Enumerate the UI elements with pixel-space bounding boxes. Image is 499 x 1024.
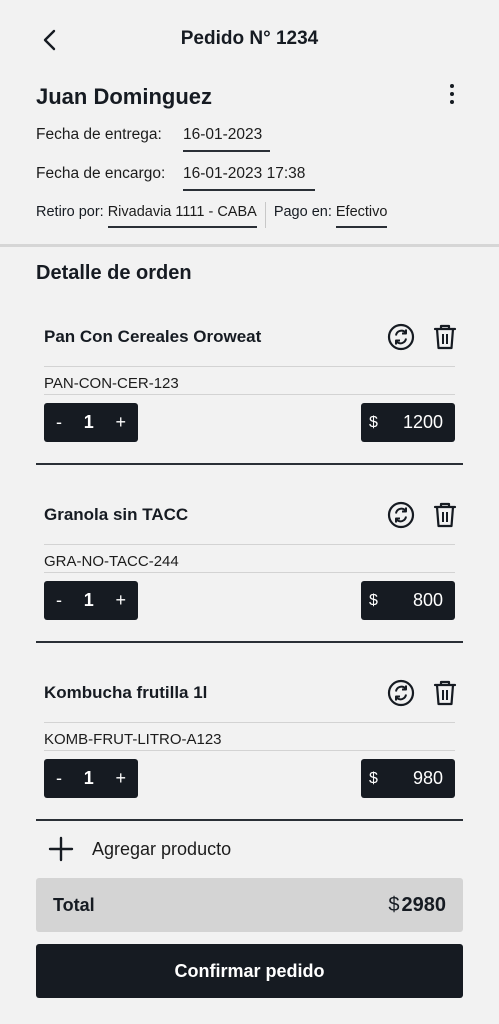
decrement-button[interactable]: - — [56, 412, 62, 433]
page-title: Pedido N° 1234 — [180, 28, 319, 49]
item-divider — [36, 463, 463, 465]
price-field[interactable]: $ 1200 — [361, 403, 455, 442]
order-detail-title: Detalle de orden — [36, 262, 192, 284]
total-amount: $2980 — [388, 894, 446, 917]
order-item: Granola sin TACC GRA-NO-TACC-244 - 1 + $… — [36, 488, 463, 666]
customer-name: Juan Dominguez — [36, 84, 213, 109]
total-value: 2980 — [401, 893, 447, 916]
plus-icon — [48, 836, 74, 862]
quantity-stepper: - 1 + — [44, 581, 138, 620]
swap-product-button[interactable] — [387, 679, 415, 707]
item-sku: GRA-NO-TACC-244 — [44, 553, 179, 570]
decrement-button[interactable]: - — [56, 768, 62, 789]
pickup-payment-row: Retiro por: Rivadavia 1111 - CABA Pago e… — [36, 202, 388, 228]
currency-symbol: $ — [369, 413, 378, 431]
delete-item-button[interactable] — [431, 679, 459, 707]
divider — [44, 394, 455, 395]
currency-symbol: $ — [388, 893, 400, 916]
total-bar: Total $2980 — [36, 878, 463, 932]
divider — [44, 544, 455, 545]
item-name: Granola sin TACC — [44, 505, 189, 524]
pickup-location-field[interactable]: Rivadavia 1111 - CABA — [107, 204, 257, 228]
order-date-field[interactable]: 16-01-2023 17:38 — [183, 165, 315, 191]
increment-button[interactable]: + — [115, 412, 126, 433]
delivery-date-field[interactable]: 16-01-2023 — [183, 126, 270, 152]
item-divider — [36, 641, 463, 643]
price-value: 980 — [412, 768, 443, 788]
increment-button[interactable]: + — [115, 590, 126, 611]
trash-icon — [433, 324, 457, 350]
item-name: Pan Con Cereales Oroweat — [44, 327, 262, 346]
swap-circle-icon — [387, 679, 415, 707]
item-sku: PAN-CON-CER-123 — [44, 375, 179, 392]
divider — [44, 750, 455, 751]
currency-symbol: $ — [369, 769, 378, 787]
item-sku: KOMB-FRUT-LITRO-A123 — [44, 731, 222, 748]
divider — [264, 202, 266, 228]
order-item: Kombucha frutilla 1l KOMB-FRUT-LITRO-A12… — [36, 666, 463, 844]
swap-product-button[interactable] — [387, 323, 415, 351]
more-vertical-icon — [450, 84, 454, 104]
decrement-button[interactable]: - — [56, 590, 62, 611]
swap-circle-icon — [387, 501, 415, 529]
divider — [44, 366, 455, 367]
order-date-label: Fecha de encargo: — [36, 165, 166, 182]
trash-icon — [433, 502, 457, 528]
swap-product-button[interactable] — [387, 501, 415, 529]
quantity-value: 1 — [83, 412, 94, 432]
quantity-stepper: - 1 + — [44, 403, 138, 442]
trash-icon — [433, 680, 457, 706]
delete-item-button[interactable] — [431, 501, 459, 529]
price-value: 800 — [412, 590, 443, 610]
more-options-button[interactable] — [440, 84, 464, 108]
pickup-label: Retiro por: — [36, 204, 104, 220]
item-name: Kombucha frutilla 1l — [44, 683, 208, 702]
payment-method-field[interactable]: Efectivo — [335, 204, 388, 228]
section-divider — [0, 244, 499, 247]
swap-circle-icon — [387, 323, 415, 351]
price-value: 1200 — [402, 412, 443, 432]
delivery-date-label: Fecha de entrega: — [36, 126, 162, 143]
quantity-stepper: - 1 + — [44, 759, 138, 798]
divider — [44, 572, 455, 573]
add-product-button[interactable]: Agregar producto — [48, 836, 231, 862]
total-label: Total — [53, 894, 95, 915]
increment-button[interactable]: + — [115, 768, 126, 789]
price-field[interactable]: $ 980 — [361, 759, 455, 798]
payment-label: Pago en: — [273, 204, 332, 220]
delete-item-button[interactable] — [431, 323, 459, 351]
confirm-order-button[interactable]: Confirmar pedido — [36, 944, 463, 998]
quantity-value: 1 — [83, 590, 94, 610]
divider — [44, 722, 455, 723]
add-product-label: Agregar producto — [92, 838, 232, 859]
order-item: Pan Con Cereales Oroweat PAN-CON-CER-123… — [36, 310, 463, 488]
quantity-value: 1 — [83, 768, 94, 788]
currency-symbol: $ — [369, 591, 378, 609]
item-divider — [36, 819, 463, 821]
price-field[interactable]: $ 800 — [361, 581, 455, 620]
